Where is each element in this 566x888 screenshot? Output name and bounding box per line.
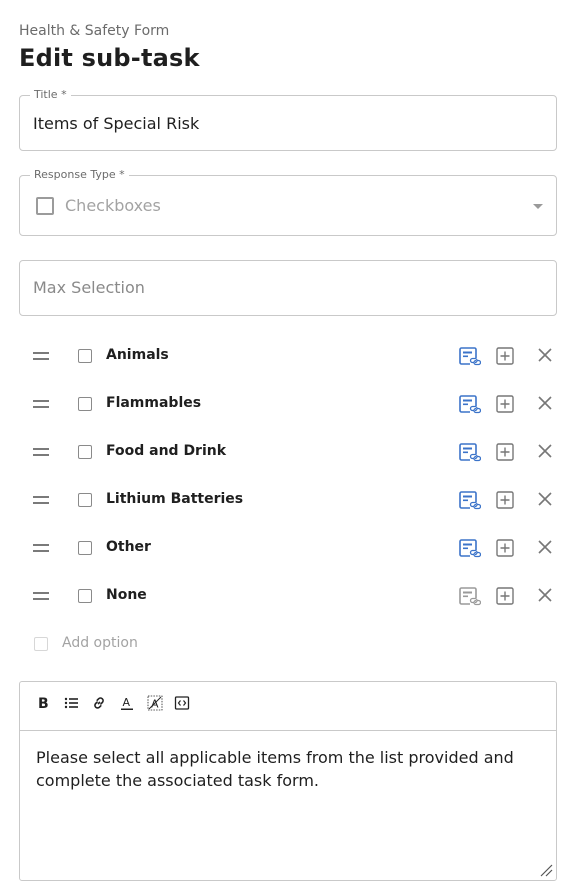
link-form-icon[interactable]	[459, 491, 481, 511]
link-form-icon[interactable]	[459, 395, 481, 415]
option-row: None	[19, 576, 557, 616]
option-label: Lithium Batteries	[106, 491, 244, 507]
option-label: Flammables	[106, 395, 202, 411]
add-option-button[interactable]: Add option	[19, 628, 319, 658]
option-checkbox[interactable]	[78, 445, 92, 459]
add-subtask-icon[interactable]	[496, 587, 514, 605]
add-subtask-icon[interactable]	[496, 395, 514, 413]
response-type-value: Checkboxes	[65, 196, 161, 215]
option-row: Animals	[19, 336, 557, 376]
add-subtask-icon[interactable]	[496, 491, 514, 509]
close-icon[interactable]	[537, 587, 553, 603]
drag-handle-icon[interactable]	[33, 352, 49, 360]
link-form-icon[interactable]	[459, 587, 481, 607]
page-title: Edit sub-task	[19, 44, 200, 72]
title-field-label: Title *	[30, 88, 71, 102]
option-checkbox[interactable]	[78, 493, 92, 507]
rich-text-editor[interactable]: B A A Please select all applicable items…	[19, 681, 557, 881]
editor-content[interactable]: Please select all applicable items from …	[36, 746, 536, 792]
bold-icon[interactable]: B	[35, 695, 51, 711]
resize-handle-icon[interactable]	[539, 863, 553, 877]
max-selection-input[interactable]: Max Selection	[19, 260, 557, 316]
option-row: Food and Drink	[19, 432, 557, 472]
close-icon[interactable]	[537, 443, 553, 459]
response-type-select[interactable]: Response Type * Checkboxes	[19, 168, 557, 236]
add-subtask-icon[interactable]	[496, 347, 514, 365]
option-checkbox[interactable]	[78, 541, 92, 555]
option-row: Other	[19, 528, 557, 568]
title-field-value[interactable]: Items of Special Risk	[33, 114, 199, 133]
option-label: Animals	[106, 347, 169, 363]
drag-handle-icon[interactable]	[33, 448, 49, 456]
add-option-label: Add option	[62, 635, 138, 651]
drag-handle-icon[interactable]	[33, 544, 49, 552]
option-checkbox[interactable]	[78, 397, 92, 411]
link-icon[interactable]	[91, 695, 107, 711]
drag-handle-icon[interactable]	[33, 592, 49, 600]
link-form-icon[interactable]	[459, 347, 481, 367]
add-subtask-icon[interactable]	[496, 443, 514, 461]
checkbox-placeholder-icon	[34, 637, 48, 651]
option-label: Food and Drink	[106, 443, 227, 459]
link-form-icon[interactable]	[459, 443, 481, 463]
checkbox-type-icon	[36, 197, 54, 215]
link-form-icon[interactable]	[459, 539, 481, 559]
max-selection-placeholder: Max Selection	[33, 278, 145, 297]
svg-text:A: A	[123, 696, 131, 709]
drag-handle-icon[interactable]	[33, 400, 49, 408]
form-subtitle: Health & Safety Form	[19, 23, 170, 39]
source-code-icon[interactable]	[174, 695, 190, 711]
option-checkbox[interactable]	[78, 589, 92, 603]
svg-text:B: B	[38, 696, 49, 711]
clear-format-icon[interactable]: A	[147, 695, 163, 711]
title-field[interactable]: Title * Items of Special Risk	[19, 88, 557, 151]
close-icon[interactable]	[537, 539, 553, 555]
option-label: None	[106, 587, 147, 603]
svg-text:A: A	[151, 698, 159, 711]
close-icon[interactable]	[537, 395, 553, 411]
option-checkbox[interactable]	[78, 349, 92, 363]
response-type-label: Response Type *	[30, 168, 129, 182]
text-color-icon[interactable]: A	[119, 695, 135, 711]
option-row: Flammables	[19, 384, 557, 424]
add-subtask-icon[interactable]	[496, 539, 514, 557]
option-row: Lithium Batteries	[19, 480, 557, 520]
drag-handle-icon[interactable]	[33, 496, 49, 504]
close-icon[interactable]	[537, 491, 553, 507]
option-label: Other	[106, 539, 151, 555]
editor-toolbar: B A A	[20, 682, 556, 731]
bulleted-list-icon[interactable]	[63, 695, 79, 711]
chevron-down-icon[interactable]	[533, 204, 543, 209]
close-icon[interactable]	[537, 347, 553, 363]
